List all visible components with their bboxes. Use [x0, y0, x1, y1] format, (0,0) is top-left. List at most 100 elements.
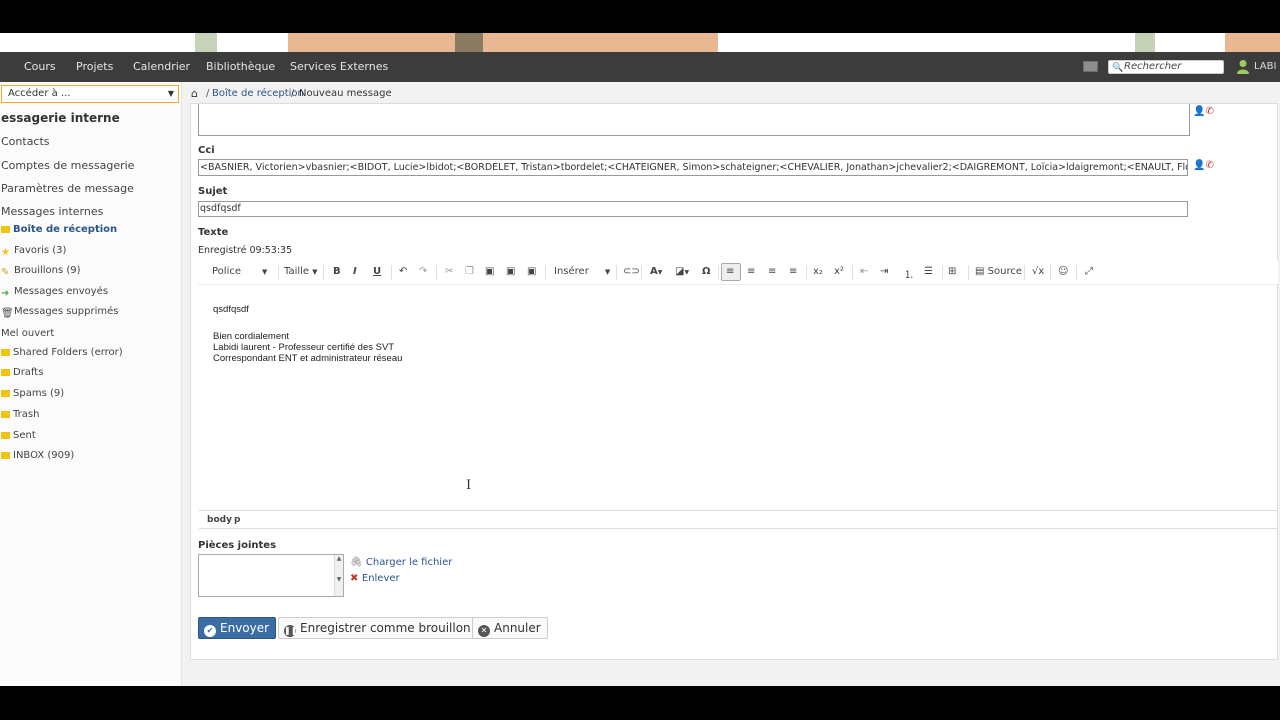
outdent-icon[interactable]: ⇤ — [860, 266, 868, 277]
close-icon: ✖ — [350, 573, 362, 584]
underline-button[interactable]: U — [373, 266, 381, 277]
bullet-list-icon[interactable]: ☰ — [924, 266, 933, 277]
upload-file-link[interactable]: 🖇 Charger le fichier — [350, 557, 452, 568]
undo-icon[interactable]: ↶ — [399, 266, 407, 277]
attachments-label: Pièces jointes — [198, 540, 277, 551]
send-button[interactable]: ✔ Envoyer — [198, 617, 277, 639]
paste-icon[interactable]: ▣ — [485, 266, 494, 277]
sidebar-folder-shared[interactable]: Shared Folders (error) — [1, 347, 123, 358]
italic-button[interactable]: I — [353, 266, 357, 277]
sidebar-item-favoris[interactable]: ★ Favoris (3) — [1, 245, 66, 258]
cci-field[interactable]: <BASNIER, Victorien>vbasnier;<BIDOT, Luc… — [198, 159, 1188, 176]
path-body[interactable]: body — [207, 515, 232, 525]
nav-bibliotheque[interactable]: Bibliothèque — [206, 60, 275, 73]
copy-icon[interactable]: ❐ — [465, 266, 474, 277]
text-color-icon[interactable]: A▼ — [650, 266, 662, 277]
paste-word-icon[interactable]: ▣ — [527, 266, 536, 277]
sidebar-folder-spams[interactable]: Spams (9) — [1, 388, 64, 399]
sidebar-folder-drafts[interactable]: Drafts — [1, 367, 43, 378]
nav-services-externes[interactable]: Services Externes — [290, 60, 388, 73]
remove-file-link[interactable]: ✖ Enlever — [350, 573, 400, 584]
cancel-button[interactable]: ✕ Annuler — [472, 617, 548, 639]
scrollbar[interactable]: ▲ ▼ — [334, 555, 343, 596]
sidebar-folder-inbox[interactable]: INBOX (909) — [1, 450, 74, 461]
cut-icon[interactable]: ✂ — [445, 266, 453, 277]
math-icon[interactable]: √x — [1032, 266, 1044, 277]
bold-button[interactable]: B — [333, 266, 341, 277]
toolbar-separator — [1076, 265, 1077, 280]
sidebar-item-brouillons[interactable]: ✎ Brouillons (9) — [1, 265, 81, 278]
subject-field[interactable]: qsdfqsdf — [198, 201, 1188, 217]
align-justify-icon[interactable]: ≡ — [789, 266, 797, 277]
sidebar-item-parametres[interactable]: Paramètres de message — [1, 182, 134, 195]
nav-calendrier[interactable]: Calendrier — [133, 60, 190, 73]
element-path: body p — [199, 510, 1277, 529]
toolbar-separator — [436, 265, 437, 280]
phone-icon: ✆ — [1205, 106, 1214, 117]
paperclip-icon: 🖇 — [350, 557, 366, 568]
sidebar — [0, 82, 182, 686]
access-select[interactable]: Accéder à ... ▼ — [1, 85, 179, 103]
cc-contact-icons[interactable]: 👤✆ — [1193, 106, 1214, 117]
paste-text-icon[interactable]: ▣ — [506, 266, 515, 277]
smiley-icon[interactable]: ☺ — [1058, 266, 1068, 277]
nav-cours[interactable]: Cours — [24, 60, 56, 73]
folder-icon — [1, 431, 10, 439]
search-input[interactable]: 🔍 Rechercher — [1108, 60, 1224, 74]
chevron-down-icon: ▼ — [167, 89, 174, 98]
path-p[interactable]: p — [234, 515, 240, 525]
size-dropdown[interactable]: Taille ▼ — [284, 266, 317, 277]
chevron-down-icon: ▼ — [604, 268, 611, 276]
indent-icon[interactable]: ⇥ — [880, 266, 888, 277]
chevron-down-icon: ▼ — [262, 268, 268, 276]
editor-toolbar: Police ▼ Taille ▼ B I U ↶ ↷ ✂ ❐ ▣ ▣ ▣ Insé… — [198, 260, 1278, 285]
toolbar-separator — [391, 265, 392, 280]
background-color-icon[interactable]: ◪▼ — [675, 266, 689, 277]
editor-body[interactable]: qsdfqsdf Bien cordialement Labidi lauren… — [199, 290, 1277, 510]
align-left-icon[interactable]: ≡ — [726, 266, 734, 277]
toolbar-separator — [641, 265, 642, 280]
subscript-icon[interactable]: x₂ — [813, 266, 823, 277]
superscript-icon[interactable]: x² — [834, 266, 844, 277]
source-button[interactable]: ▤ Source — [975, 266, 1022, 277]
person-icon: 👤 — [1193, 160, 1206, 171]
sidebar-item-messages-internes[interactable]: Messages internes — [1, 205, 103, 218]
sidebar-item-inbox[interactable]: Boîte de réception — [1, 224, 117, 235]
inbox-icon — [1, 225, 10, 233]
user-icon[interactable] — [1236, 59, 1250, 74]
align-right-icon[interactable]: ≡ — [768, 266, 776, 277]
screen: Cours Projets Calendrier Bibliothèque Se… — [0, 0, 1280, 720]
redo-icon[interactable]: ↷ — [419, 266, 427, 277]
sidebar-item-envoyes[interactable]: ➜ Messages envoyés — [1, 286, 108, 299]
sidebar-item-contacts[interactable]: Contacts — [1, 135, 50, 148]
folder-icon — [1, 410, 10, 418]
special-char-button[interactable]: Ω — [702, 266, 711, 277]
sidebar-folder-trash[interactable]: Trash — [1, 409, 39, 420]
save-draft-button[interactable]: ❚❚ Enregistrer comme brouillon — [278, 617, 478, 639]
search-icon: 🔍 — [1112, 63, 1124, 73]
insert-dropdown[interactable]: Insérer ▼ — [554, 266, 610, 277]
sidebar-item-comptes[interactable]: Comptes de messagerie — [1, 159, 134, 172]
font-dropdown[interactable]: Police ▼ — [212, 266, 267, 277]
mail-icon[interactable] — [1083, 61, 1098, 72]
editor-line: Labidi laurent - Professeur certifié des… — [213, 342, 395, 353]
home-icon[interactable]: ⌂ — [191, 87, 198, 100]
link-icon[interactable]: ⊂⊃ — [623, 266, 640, 277]
cci-contact-icons[interactable]: 👤✆ — [1193, 160, 1214, 171]
attachments-list[interactable]: ▲ ▼ — [198, 554, 344, 597]
user-name[interactable]: LABI — [1254, 61, 1276, 72]
maximize-icon[interactable]: ⤢ — [1085, 266, 1093, 277]
header-banner — [0, 33, 1280, 52]
sidebar-item-supprimes[interactable]: 🗑Messages supprimés — [1, 306, 118, 319]
nav-projets[interactable]: Projets — [76, 60, 113, 73]
access-select-label: Accéder à ... — [8, 88, 71, 99]
align-center-icon[interactable]: ≡ — [747, 266, 755, 277]
cc-textarea[interactable] — [198, 104, 1190, 136]
table-icon[interactable]: ⊞ — [948, 266, 956, 277]
pause-icon: ❚❚ — [284, 625, 298, 637]
sidebar-folder-sent[interactable]: Sent — [1, 430, 36, 441]
toolbar-separator — [1050, 265, 1051, 280]
breadcrumb: ⌂ / Boîte de réception / Nouveau message — [182, 86, 1280, 103]
numbered-list-icon[interactable]: ⒈ — [904, 266, 914, 281]
toolbar-separator — [806, 265, 807, 280]
